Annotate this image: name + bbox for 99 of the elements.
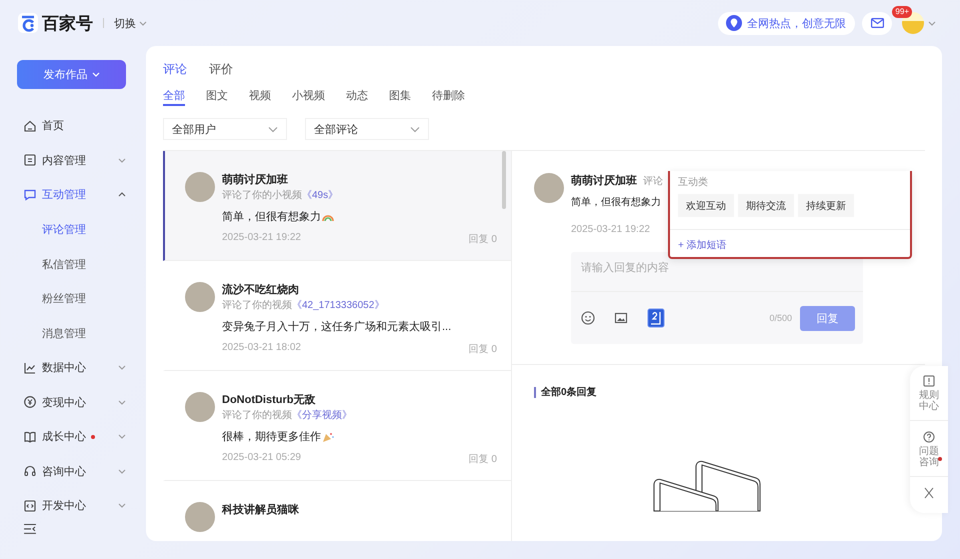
mail-icon [870, 18, 884, 28]
nav-item[interactable]: 数据中心 [17, 350, 126, 385]
image-icon[interactable] [614, 311, 628, 325]
home-icon [23, 118, 37, 133]
phrase-chip[interactable]: 期待交流 [738, 194, 794, 217]
nav-item[interactable]: 成长中心 [17, 420, 126, 454]
comment-item[interactable]: 萌萌讨厌加班 评论了你的小视频《49s》 简单，但很有想象力 2025-03-21 19:22 回复 0 [163, 151, 511, 261]
dropdown[interactable]: 全部评论 [305, 118, 429, 140]
nav-item[interactable]: 首页 [17, 108, 126, 144]
avatar [185, 282, 215, 312]
comment-text: 简单，但很有想象力 [571, 196, 661, 209]
popup-category: 互动类 [677, 176, 709, 189]
notebook-icon [647, 308, 665, 328]
chat-icon [23, 188, 37, 202]
notice-icon [923, 375, 935, 387]
location-pin-icon [726, 15, 742, 31]
work-link[interactable]: 《42_1713336052》 [292, 300, 384, 311]
logo-text: 百家号 [42, 12, 93, 34]
tab[interactable]: 评论 [163, 60, 187, 78]
publish-button[interactable]: 发布作品 [17, 60, 126, 89]
comment-target: 评论了你的小视频 [222, 190, 302, 201]
work-link[interactable]: 《分享视频》 [292, 410, 352, 421]
nav-item[interactable]: 咨询中心 [17, 454, 126, 489]
caret-icon [410, 126, 420, 132]
caret-icon [118, 364, 126, 372]
comment-target: 评论了你的视频 [222, 300, 292, 311]
user-name: 科技讲解员猫咪 [222, 502, 300, 517]
comment-text: 简单，但很有想象力 [222, 210, 321, 224]
avatar [534, 173, 564, 203]
nav-item[interactable]: 开发中心 [17, 488, 126, 524]
headset-icon [23, 464, 37, 478]
comment-item[interactable]: DoNotDisturb无敌 评论了你的视频《分享视频》 很棒，期待更多佳作 2025-03-21 05:29 回复 0 [163, 371, 511, 481]
comment-time: 2025-03-21 19:22 [222, 232, 301, 245]
comment-target: 评论了你的视频 [222, 410, 292, 421]
nav-subitem[interactable]: 评论管理 [17, 212, 126, 247]
phrase-chip[interactable]: 欢迎互动 [678, 194, 734, 217]
collapse-menu-icon[interactable] [23, 523, 37, 536]
nav-subitem[interactable]: 粉丝管理 [17, 281, 126, 316]
avatar [185, 392, 215, 422]
caret-icon [118, 433, 126, 440]
user-name: 流沙不吃红烧肉 [222, 282, 300, 297]
avatar [185, 172, 215, 202]
avatar [185, 502, 215, 532]
comment-text: 很棒，期待更多佳作 [222, 430, 321, 444]
switch-button[interactable]: 切换 [114, 16, 147, 30]
book-icon [23, 430, 37, 444]
work-link[interactable]: 《49s》 [302, 190, 338, 201]
nav-subitem[interactable]: 私信管理 [17, 246, 126, 282]
caret-icon [139, 20, 147, 26]
logo-icon [18, 13, 38, 33]
filter-tab[interactable]: 动态 [346, 86, 368, 106]
comment-time: 2025-03-21 19:22 [571, 224, 650, 235]
caret-icon [118, 502, 126, 510]
toolbar-item[interactable]: 问题咨询 [910, 421, 948, 477]
filter-tab[interactable]: 全部 [163, 86, 185, 106]
user-name: 萌萌讨厌加班 [571, 174, 637, 188]
yen-coin-icon [23, 395, 37, 410]
caret-icon [118, 191, 126, 198]
caret-icon [268, 126, 278, 132]
section-title: 全部0条回复 [541, 386, 597, 399]
mail-button[interactable] [862, 12, 892, 34]
filter-tab[interactable]: 视频 [249, 86, 271, 106]
line-chart-icon [23, 360, 37, 375]
nav-item[interactable]: 变现中心 [17, 385, 126, 420]
filter-tab[interactable]: 图文 [206, 86, 228, 106]
character-counter: 0/500 [769, 313, 792, 323]
toolbar-item[interactable]: 规则中心 [910, 372, 948, 421]
smiley-icon[interactable] [581, 311, 595, 325]
quick-phrase-button[interactable] [647, 308, 665, 328]
caret-icon [118, 398, 126, 406]
filter-tab[interactable]: 图集 [389, 86, 411, 106]
nav-subitem[interactable]: 消息管理 [17, 316, 126, 350]
close-icon[interactable] [923, 487, 935, 499]
caret-icon [92, 70, 100, 78]
nav-item[interactable]: 内容管理 [17, 143, 126, 178]
add-phrase-link[interactable]: + 添加短语 [678, 240, 727, 251]
nav-item[interactable]: 互动管理 [17, 178, 126, 212]
caret-icon [928, 20, 936, 26]
tab[interactable]: 评价 [209, 60, 233, 78]
unread-badge: 99+ [892, 6, 912, 18]
comment-time: 2025-03-21 18:02 [222, 342, 301, 355]
caret-icon [118, 156, 126, 164]
caret-icon [118, 468, 126, 475]
dropdown[interactable]: 全部用户 [163, 118, 287, 140]
code-icon [23, 498, 37, 513]
scrollbar[interactable] [502, 151, 506, 209]
user-name: 萌萌讨厌加班 [222, 172, 289, 187]
phrase-chip[interactable]: 持续更新 [798, 194, 854, 217]
comment-target: 评论 [643, 175, 663, 188]
filter-tab[interactable]: 待删除 [432, 86, 465, 106]
filter-tab[interactable]: 小视频 [292, 86, 325, 106]
notification-dot [938, 457, 942, 461]
comment-item[interactable]: 流沙不吃红烧肉 评论了你的视频《42_1713336052》 变异兔子月入十万，这任务广场和元素太吸引... 2025-03-21 18:02 回复 0 [163, 261, 511, 371]
hot-topics-button[interactable]: 全网热点，创意无限 [718, 12, 855, 34]
help-icon [923, 431, 935, 443]
comment-time: 2025-03-21 05:29 [222, 452, 301, 465]
comment-text: 变异兔子月入十万，这任务广场和元素太吸引... [222, 320, 452, 334]
document-icon [23, 153, 37, 168]
user-name: DoNotDisturb无敌 [222, 393, 316, 407]
